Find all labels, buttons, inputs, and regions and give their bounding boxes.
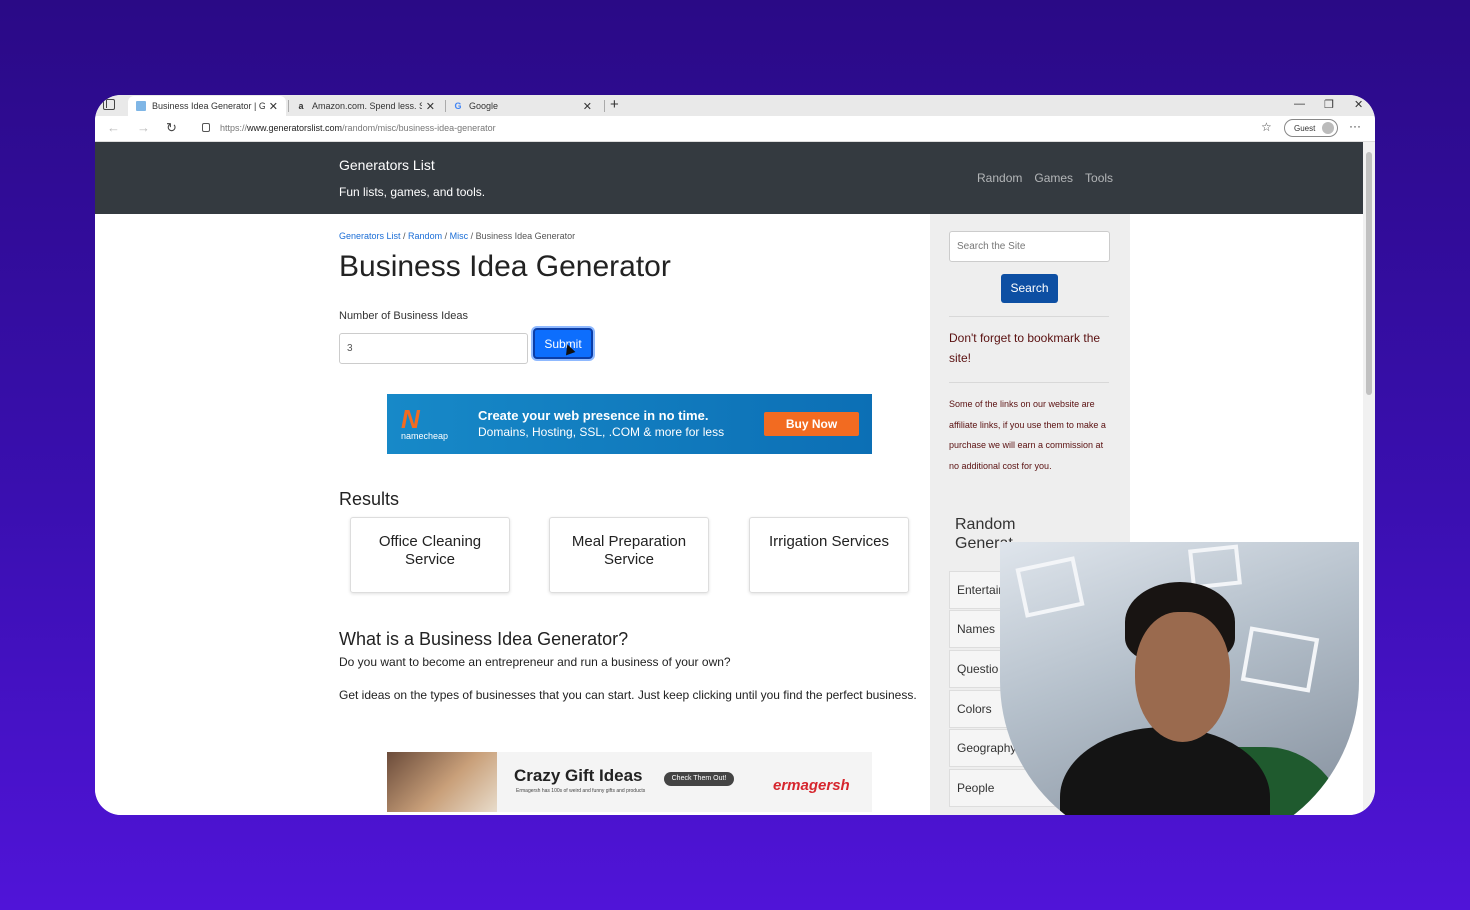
nav-tools[interactable]: Tools	[1085, 171, 1113, 185]
wall-frame	[1240, 626, 1320, 693]
close-window-icon[interactable]: ✕	[1354, 98, 1363, 111]
bookmark-note: Don't forget to bookmark the site!	[949, 331, 1101, 365]
wall-frame	[1015, 556, 1085, 618]
divider	[949, 382, 1109, 383]
profile-button[interactable]: Guest	[1284, 119, 1338, 137]
search-button[interactable]: Search	[1001, 274, 1058, 303]
wall-frame	[1188, 544, 1242, 590]
ad-headline: Crazy Gift Ideas	[514, 766, 643, 785]
breadcrumb-separator: /	[400, 231, 409, 241]
tab-google[interactable]: G Google ✕	[445, 96, 600, 116]
ad-logo-text: namecheap	[401, 431, 449, 441]
back-icon[interactable]: ←	[107, 120, 120, 135]
address-bar[interactable]: https://www.generatorslist.com/random/mi…	[220, 123, 496, 133]
page-icon	[136, 101, 146, 111]
gift-ideas-ad[interactable]: Crazy Gift Ideas Ermagersh has 100s of w…	[387, 752, 872, 812]
new-tab-icon[interactable]: +	[610, 96, 619, 113]
submit-button[interactable]: Submit	[533, 328, 593, 359]
close-tab-icon[interactable]: ✕	[426, 100, 435, 113]
restore-icon[interactable]: ❐	[1324, 98, 1334, 111]
breadcrumb-generators-list[interactable]: Generators List	[339, 231, 401, 241]
favorites-icon[interactable]: ☆	[1261, 120, 1272, 134]
scrollbar-thumb[interactable]	[1366, 152, 1372, 395]
description-paragraph: Get ideas on the types of businesses tha…	[339, 688, 917, 702]
site-search-input[interactable]: Search the Site	[949, 231, 1110, 262]
close-tab-icon[interactable]: ✕	[269, 100, 278, 113]
nav-games[interactable]: Games	[1034, 171, 1073, 185]
webcam-overlay	[1000, 542, 1359, 815]
affiliate-note: Some of the links on our website are aff…	[949, 399, 1106, 471]
url-prefix: https://	[220, 123, 248, 133]
tab-business-idea-generator[interactable]: Business Idea Generator | Gener ✕	[128, 96, 286, 116]
result-card: Office Cleaning Service	[350, 517, 510, 593]
tab-title: Amazon.com. Spend less. Smile	[312, 101, 422, 111]
ad-subline: Ermagersh has 100s of weird and funny gi…	[516, 788, 646, 794]
page-title: Business Idea Generator	[339, 250, 671, 283]
nav-random[interactable]: Random	[977, 171, 1022, 185]
description-paragraph: Do you want to become an entrepreneur an…	[339, 655, 731, 669]
number-label: Number of Business Ideas	[339, 310, 469, 322]
breadcrumb-separator: /	[442, 231, 450, 241]
url-path: /random/misc/business-idea-generator	[342, 123, 496, 133]
profile-label: Guest	[1294, 124, 1316, 133]
result-card: Meal Preparation Service	[549, 517, 709, 593]
breadcrumb-separator: /	[468, 231, 476, 241]
forward-icon[interactable]: →	[137, 120, 150, 135]
site-nav: Random Games Tools	[977, 171, 1113, 185]
tab-actions-icon[interactable]	[103, 99, 115, 110]
close-tab-icon[interactable]: ✕	[583, 100, 592, 113]
browser-toolbar: ← → ↻ https://www.generatorslist.com/ran…	[95, 116, 1375, 142]
divider	[949, 316, 1109, 317]
url-host: www.generatorslist.com	[247, 123, 343, 133]
page-scrollbar[interactable]	[1363, 142, 1375, 815]
ad-photo	[387, 752, 497, 812]
breadcrumb-current: Business Idea Generator	[475, 231, 576, 241]
ad-headline: Create your web presence in no time.	[478, 408, 709, 423]
person-face	[1135, 612, 1230, 742]
chair	[1060, 727, 1270, 815]
tab-title: Business Idea Generator | Gener	[152, 101, 265, 111]
result-card: Irrigation Services	[749, 517, 909, 593]
reload-icon[interactable]: ↻	[166, 120, 177, 136]
web-page: Generators List Fun lists, games, and to…	[95, 142, 1363, 815]
buy-now-button[interactable]: Buy Now	[764, 412, 859, 436]
browser-window: Business Idea Generator | Gener ✕ a Amaz…	[95, 95, 1375, 815]
ad-subline: Domains, Hosting, SSL, .COM & more for l…	[478, 425, 725, 439]
tab-amazon[interactable]: a Amazon.com. Spend less. Smile ✕	[288, 96, 443, 116]
avatar-icon	[1322, 122, 1334, 134]
amazon-favicon-icon: a	[298, 101, 304, 111]
namecheap-ad[interactable]: N namecheap Create your web presence in …	[387, 394, 872, 454]
results-heading: Results	[339, 489, 400, 509]
lock-icon	[202, 123, 210, 132]
ermagersh-logo: ermagersh	[773, 777, 850, 794]
breadcrumb: Generators List / Random / Misc / Busine…	[339, 231, 575, 241]
more-icon[interactable]: ···	[1349, 119, 1361, 133]
tab-strip: Business Idea Generator | Gener ✕ a Amaz…	[95, 95, 1375, 116]
what-is-heading: What is a Business Idea Generator?	[339, 629, 629, 649]
number-input[interactable]: 3	[339, 333, 528, 364]
google-favicon-icon: G	[454, 101, 462, 111]
site-header: Generators List Fun lists, games, and to…	[95, 142, 1363, 214]
site-brand[interactable]: Generators List	[339, 157, 435, 173]
check-them-out-button[interactable]: Check Them Out!	[664, 772, 734, 786]
tab-title: Google	[469, 101, 499, 111]
tab-separator	[604, 100, 605, 112]
site-tagline: Fun lists, games, and tools.	[339, 185, 486, 199]
minimize-icon[interactable]: —	[1294, 98, 1305, 110]
breadcrumb-misc[interactable]: Misc	[450, 231, 469, 241]
breadcrumb-random[interactable]: Random	[408, 231, 442, 241]
